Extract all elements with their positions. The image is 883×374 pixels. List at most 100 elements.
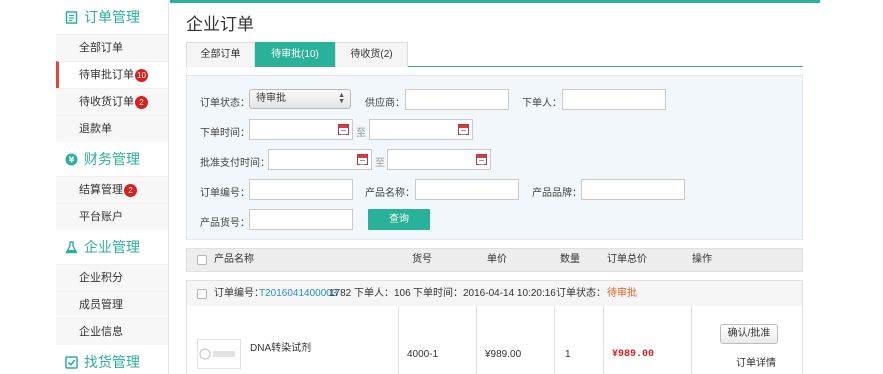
- supplier-label: 供应商：: [365, 98, 405, 109]
- divider: [476, 306, 477, 374]
- status-select-value: 待审批: [256, 93, 286, 104]
- order-checkbox[interactable]: [197, 289, 207, 299]
- sidebar-item-pending-approval[interactable]: 待审批订单 10: [56, 61, 168, 88]
- qty-value: 1: [565, 349, 571, 360]
- orderer-text: 下单人：106: [354, 288, 411, 299]
- section-title: 找货管理: [84, 354, 140, 370]
- product-thumbnail[interactable]: [197, 339, 241, 369]
- order-time-label: 下单时间：: [200, 128, 250, 139]
- pay-time-label: 批准支付时间：: [200, 158, 270, 169]
- sidebar-item-label: 企业积分: [79, 271, 123, 284]
- col-qty: 数量: [560, 254, 580, 265]
- page-title: 企业订单: [186, 15, 254, 34]
- sidebar-item-label: 成员管理: [79, 298, 123, 311]
- table-header: 产品名称 货号 单价 数量 订单总价 操作: [186, 248, 803, 272]
- count-badge: 2: [124, 183, 137, 197]
- col-actions: 操作: [692, 254, 712, 265]
- sidebar-item-label: 全部订单: [79, 41, 123, 54]
- tab-pending-receipt[interactable]: 待收货(2): [335, 42, 408, 67]
- yen-coin-icon: ¥: [64, 152, 78, 166]
- divider: [603, 306, 604, 374]
- sidebar-section-orders[interactable]: 订单管理: [56, 0, 168, 34]
- pay-time-end-input[interactable]: [387, 149, 491, 170]
- divider: [554, 306, 555, 374]
- col-sku: 货号: [412, 254, 432, 265]
- range-to-text: 至: [375, 158, 385, 169]
- unit-price-value: ¥989.00: [485, 349, 522, 360]
- sku-value: 4000-1: [407, 349, 439, 360]
- tab-all-orders[interactable]: 全部订单: [186, 42, 255, 67]
- sidebar-item-label: 退款单: [79, 122, 112, 135]
- sidebar-item-platform-account[interactable]: 平台账户: [56, 203, 168, 230]
- order-no-label: 订单编号：: [200, 188, 250, 199]
- brand-input[interactable]: [581, 179, 685, 200]
- range-to-text: 至: [356, 128, 366, 139]
- divider: [691, 306, 692, 374]
- count-badge: 10: [135, 68, 148, 82]
- tab-bar: 全部订单 待审批(10) 待收货(2): [186, 42, 803, 67]
- order-status-value: 待审批: [607, 288, 637, 299]
- sidebar-item-points[interactable]: 企业积分: [56, 264, 168, 291]
- sidebar: 订单管理 全部订单 待审批订单 10 待收货订单 2 退款单 ¥ 财务管理 结算管理…: [56, 0, 169, 374]
- sku-label: 产品货号：: [200, 218, 250, 229]
- count-badge: 2: [135, 95, 148, 109]
- calendar-icon[interactable]: [458, 124, 469, 135]
- supplier-input[interactable]: [405, 89, 509, 110]
- orderer-input[interactable]: [562, 89, 666, 110]
- order-time-start-input[interactable]: [249, 119, 353, 140]
- query-button[interactable]: 查询: [368, 209, 430, 230]
- sidebar-item-label: 平台账户: [79, 210, 123, 223]
- document-icon: [64, 10, 78, 24]
- filter-panel: 订单状态： 待审批 ▲ ▼ 供应商： 下单人： 下单时间： 至 批准支付时间： 至…: [186, 75, 803, 240]
- checkbox-icon: [64, 355, 78, 369]
- divider: [398, 306, 399, 374]
- order-detail-link[interactable]: 订单详情: [736, 354, 776, 369]
- updown-arrow-icon: ▲ ▼: [338, 92, 345, 105]
- sidebar-item-all-orders[interactable]: 全部订单: [56, 34, 168, 61]
- calendar-icon[interactable]: [476, 154, 487, 165]
- svg-text:¥: ¥: [68, 155, 74, 164]
- product-name-label: 产品名称：: [365, 188, 415, 199]
- sidebar-item-members[interactable]: 成员管理: [56, 291, 168, 318]
- order-no-input[interactable]: [249, 179, 353, 200]
- sidebar-item-settlement[interactable]: 结算管理 2: [56, 176, 168, 203]
- product-name-link[interactable]: DNA转染试剂: [250, 339, 311, 354]
- product-name-input[interactable]: [415, 179, 519, 200]
- sidebar-item-refunds[interactable]: 退款单: [56, 115, 168, 142]
- tab-pending-approval[interactable]: 待审批(10): [255, 42, 335, 67]
- sku-input[interactable]: [249, 209, 353, 230]
- status-select[interactable]: 待审批 ▲ ▼: [249, 89, 351, 109]
- sidebar-item-label: 企业信息: [79, 325, 123, 338]
- order-no-link[interactable]: T2016041400003: [259, 281, 337, 307]
- sidebar-section-enterprise[interactable]: 企业管理: [56, 230, 168, 264]
- flask-icon: [64, 240, 78, 254]
- sidebar-item-label: 待收货订单: [79, 95, 134, 108]
- col-product-name: 产品名称: [214, 254, 254, 265]
- order-time-text: 下单时间：2016-04-14 10:20:16: [413, 288, 556, 299]
- total-price-value: ¥989.00: [612, 349, 655, 360]
- section-title: 财务管理: [84, 151, 140, 167]
- pay-time-start-input[interactable]: [268, 149, 372, 170]
- order-summary-bar: 订单编号： T2016041400003 1782 下单人：106 下单时间：2…: [186, 280, 803, 307]
- confirm-approve-button[interactable]: 确认/批准: [720, 324, 778, 344]
- status-label: 订单状态：: [200, 98, 250, 109]
- calendar-icon[interactable]: [357, 154, 368, 165]
- sidebar-section-sourcing[interactable]: 找货管理: [56, 345, 168, 374]
- sidebar-item-pending-receipt[interactable]: 待收货订单 2: [56, 88, 168, 115]
- main-content: 企业订单 全部订单 待审批(10) 待收货(2) 订单状态： 待审批 ▲ ▼ 供应…: [170, 0, 820, 374]
- brand-logo-icon: [199, 348, 235, 360]
- col-total: 订单总价: [607, 254, 647, 265]
- sidebar-item-enterprise-info[interactable]: 企业信息: [56, 318, 168, 345]
- section-title: 企业管理: [84, 239, 140, 255]
- sidebar-section-finance[interactable]: ¥ 财务管理: [56, 142, 168, 176]
- order-no-label: 订单编号：: [214, 288, 264, 299]
- brand-label: 产品品牌：: [532, 188, 582, 199]
- calendar-icon[interactable]: [338, 124, 349, 135]
- order-suffix: 1782: [329, 288, 352, 299]
- order-time-end-input[interactable]: [369, 119, 473, 140]
- select-all-checkbox[interactable]: [197, 255, 207, 265]
- orderer-label: 下单人：: [522, 98, 562, 109]
- section-title: 订单管理: [84, 9, 140, 25]
- col-unit-price: 单价: [487, 254, 507, 265]
- sidebar-item-label: 结算管理: [79, 183, 123, 196]
